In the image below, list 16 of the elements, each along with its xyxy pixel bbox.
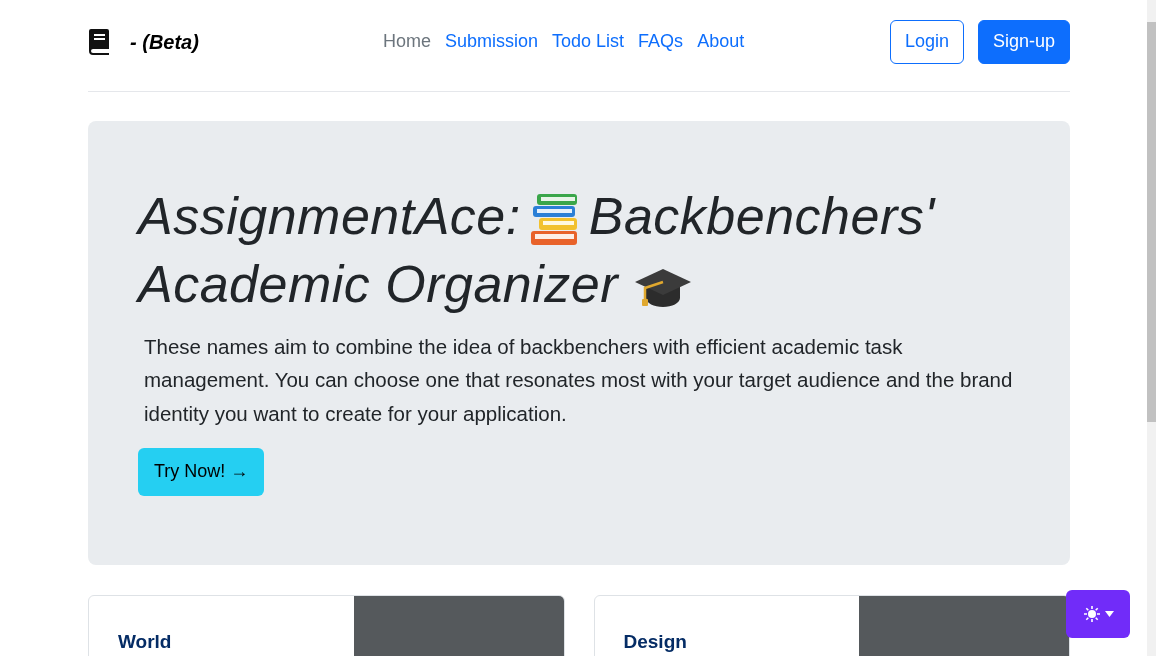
caret-icon	[1104, 611, 1114, 617]
sun-icon	[1082, 605, 1101, 623]
card-title: Design	[623, 631, 687, 652]
nav-link[interactable]: About	[697, 28, 745, 55]
theme-toggle-button[interactable]	[1066, 590, 1130, 638]
nav-link[interactable]: Submission	[445, 28, 539, 55]
nav-link[interactable]: FAQs	[638, 28, 684, 55]
login-button[interactable]: Login	[889, 19, 964, 64]
brand-name[interactable]: - (Beta)	[130, 26, 199, 57]
card-title: World	[118, 631, 172, 652]
nav-link[interactable]: Home	[383, 28, 431, 55]
sign-up-button[interactable]: Sign-up	[977, 19, 1070, 64]
try-now-button[interactable]: Try Now! →	[138, 447, 265, 496]
book-icon	[88, 27, 110, 56]
hero-text: These names aim to combine the idea of backbenchers with efficient academic task management. You can choose one that resonates most with your target audience and the brand identity you want to create for your application.	[144, 334, 1014, 427]
nav-link[interactable]: Todo List	[552, 28, 625, 55]
